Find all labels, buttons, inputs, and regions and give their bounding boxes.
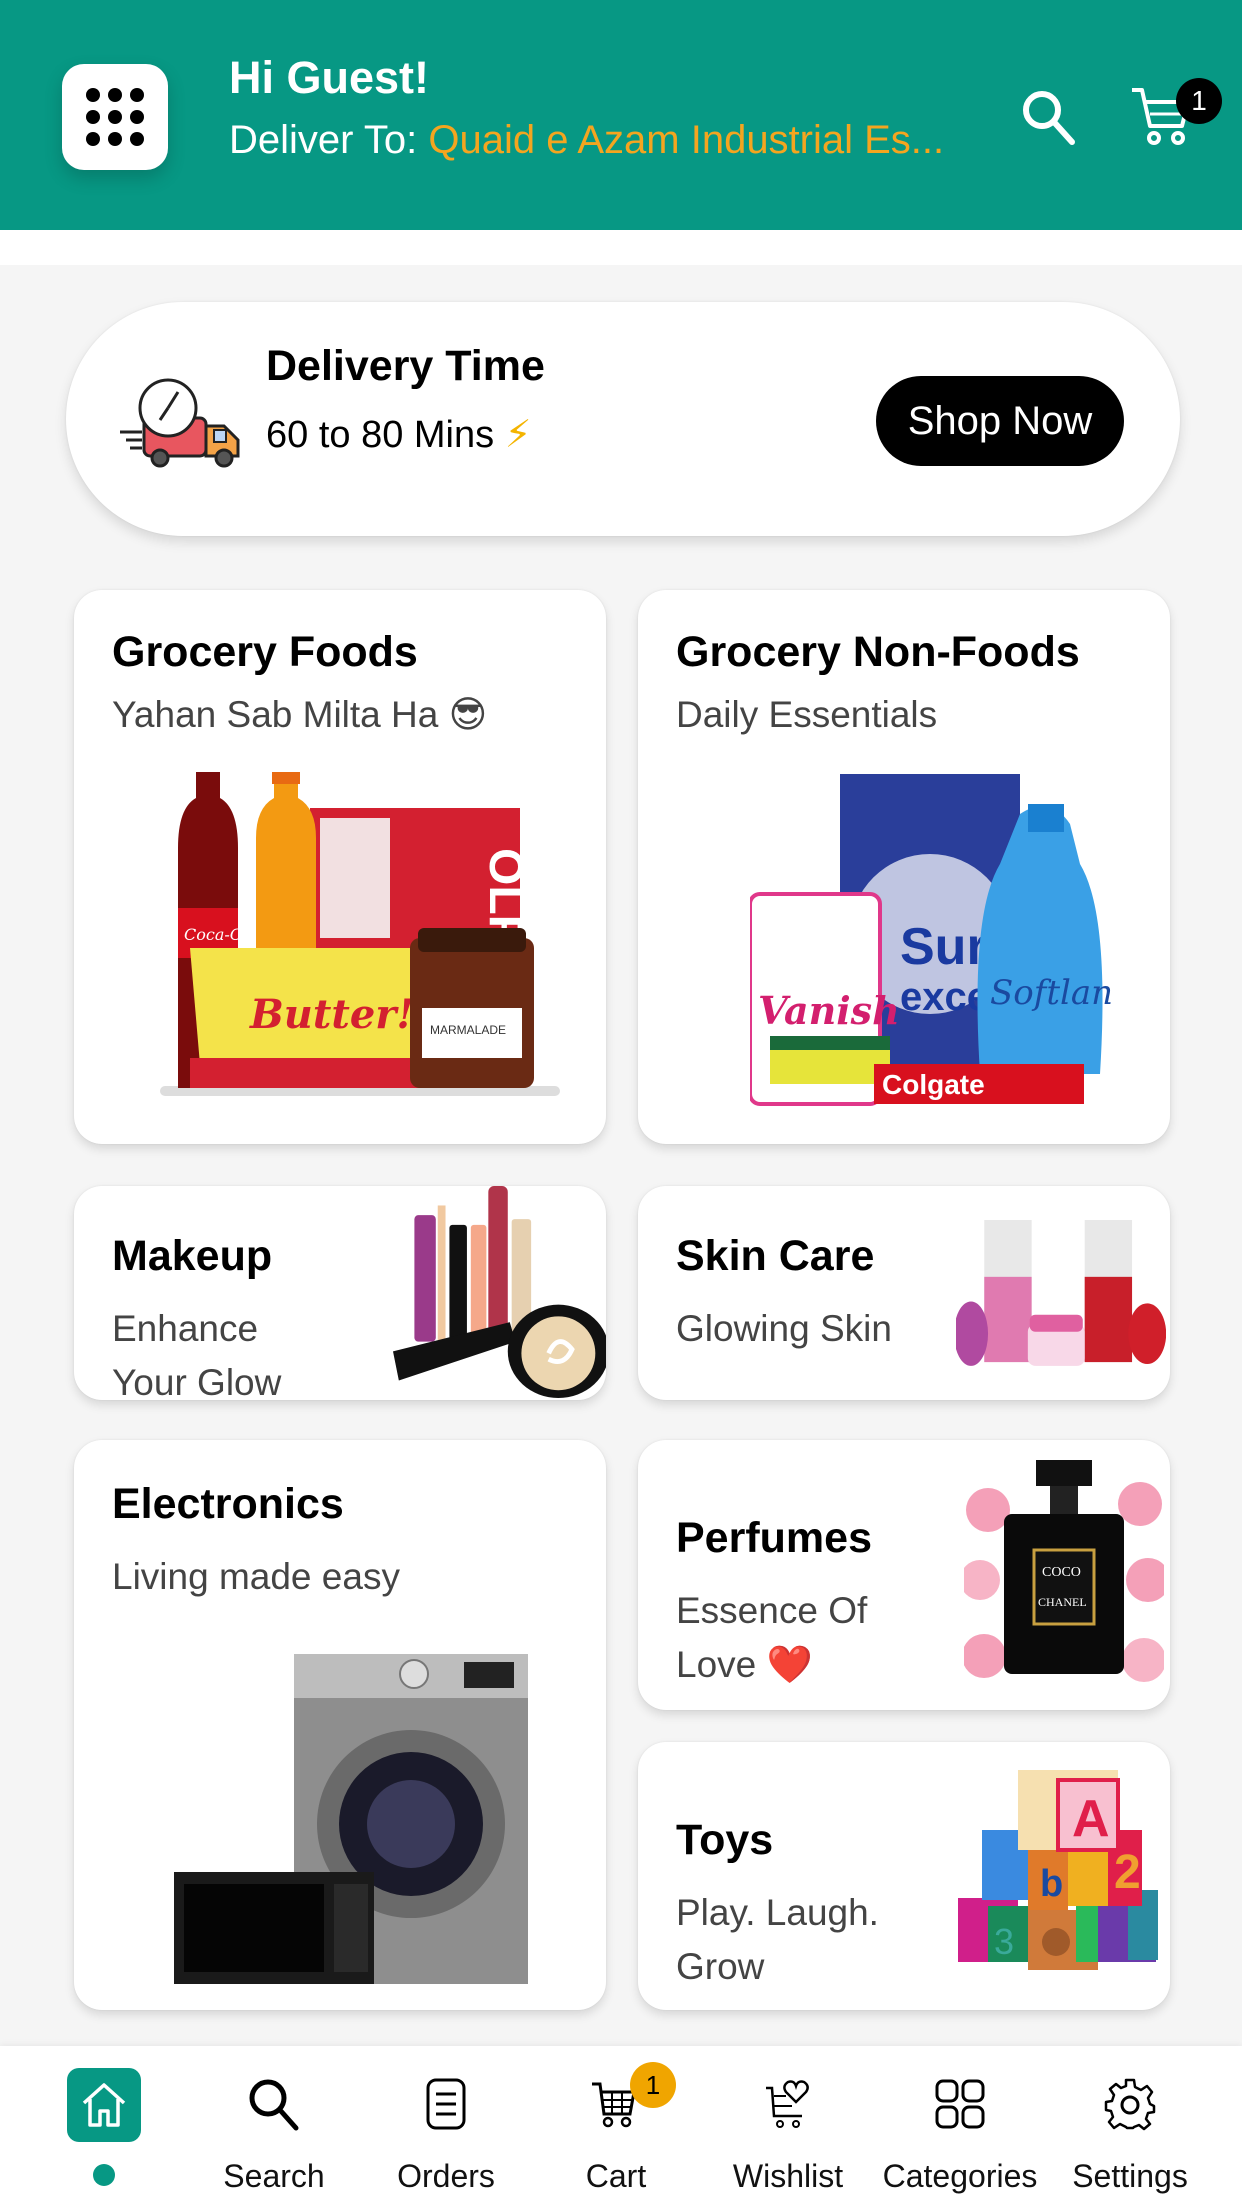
- category-card-grocery-foods[interactable]: Grocery Foods Yahan Sab Milta Ha 😎 OLPE …: [74, 590, 606, 1144]
- svg-text:b: b: [1040, 1863, 1063, 1905]
- category-subtitle: Living made easy: [112, 1556, 400, 1597]
- subtitle-line: Play. Laugh.: [676, 1892, 879, 1933]
- bottom-navigation: Search Orders Cart 1 Wishlist Categories…: [0, 2046, 1242, 2208]
- category-card-grocery-non-foods[interactable]: Grocery Non-Foods Daily Essentials Surf …: [638, 590, 1170, 1144]
- nav-label: Cart: [585, 2158, 647, 2194]
- svg-text:A: A: [1072, 1790, 1110, 1848]
- toy-blocks-image: A 2 b 3: [958, 1770, 1158, 1970]
- svg-text:Colgate: Colgate: [882, 1069, 985, 1100]
- header-spacer: [0, 230, 1242, 265]
- delivery-time-card: Delivery Time 60 to 80 Mins ⚡ Shop Now: [66, 302, 1180, 536]
- subtitle-line: Love ❤️: [676, 1644, 813, 1685]
- grid-dot: [86, 88, 100, 102]
- cart-count-badge: 1: [1176, 78, 1222, 124]
- category-title: Electronics: [112, 1480, 344, 1528]
- grid-dot: [130, 110, 144, 124]
- active-indicator-dot: [93, 2164, 115, 2186]
- wishlist-icon[interactable]: [752, 2068, 824, 2140]
- category-title: Perfumes: [676, 1514, 872, 1562]
- svg-text:Butter!: Butter!: [249, 991, 414, 1038]
- category-title: Grocery Non-Foods: [676, 628, 1080, 676]
- delivery-time-value: 60 to 80 Mins: [266, 414, 495, 456]
- delivery-time-text: 60 to 80 Mins ⚡: [266, 412, 531, 457]
- greeting-text: Hi Guest!: [229, 52, 430, 103]
- orders-icon[interactable]: [410, 2068, 482, 2140]
- category-subtitle: Enhance Your Glow: [112, 1302, 281, 1400]
- category-card-makeup[interactable]: Makeup Enhance Your Glow: [74, 1186, 606, 1400]
- svg-text:2: 2: [1114, 1846, 1141, 1899]
- category-subtitle: Yahan Sab Milta Ha 😎: [112, 694, 488, 735]
- categories-icon[interactable]: [924, 2068, 996, 2140]
- skin-care-image: [956, 1220, 1166, 1366]
- svg-text:Vanish: Vanish: [758, 988, 900, 1033]
- category-card-electronics[interactable]: Electronics Living made easy: [74, 1440, 606, 2010]
- grocery-foods-image: OLPE Coca-Cola Butter! MARMALADE: [160, 772, 560, 1096]
- household-products-image: Surf excel Vanish Softlan Colgate: [750, 774, 1113, 1106]
- grid-dot: [130, 132, 144, 146]
- svg-text:Softlan: Softlan: [990, 973, 1113, 1013]
- grid-dot: [86, 110, 100, 124]
- category-subtitle: Play. Laugh. Grow: [676, 1886, 879, 1994]
- electronics-image: [174, 1654, 528, 1984]
- category-title: Makeup: [112, 1232, 273, 1280]
- search-icon[interactable]: [1018, 86, 1078, 146]
- address-text[interactable]: Quaid e Azam Industrial Es...: [428, 118, 944, 162]
- nav-home[interactable]: [24, 2046, 184, 2208]
- shop-now-button[interactable]: Shop Now: [876, 376, 1124, 466]
- category-title: Toys: [676, 1816, 774, 1864]
- nav-label: Orders: [397, 2158, 495, 2194]
- makeup-image: [393, 1186, 606, 1399]
- menu-button[interactable]: [62, 64, 168, 170]
- delivery-truck-icon: [120, 378, 240, 468]
- grid-dot: [108, 132, 122, 146]
- subtitle-line: Your Glow: [112, 1362, 282, 1400]
- nav-categories[interactable]: Categories: [880, 2046, 1040, 2208]
- grid-dot: [108, 88, 122, 102]
- nav-wishlist[interactable]: Wishlist: [708, 2046, 868, 2208]
- subtitle-line: Essence Of: [676, 1590, 868, 1631]
- category-card-skin-care[interactable]: Skin Care Glowing Skin: [638, 1186, 1170, 1400]
- home-icon[interactable]: [67, 2068, 141, 2142]
- cart-count-badge: 1: [630, 2062, 676, 2108]
- nav-label: Search: [223, 2158, 325, 2194]
- svg-text:COCO: COCO: [1042, 1565, 1081, 1580]
- svg-text:Coca-Cola: Coca-Cola: [184, 925, 266, 944]
- app-header: Hi Guest! Deliver To: Quaid e Azam Indus…: [0, 0, 1242, 230]
- nav-label: Wishlist: [732, 2158, 844, 2194]
- grid-dot: [130, 88, 144, 102]
- svg-text:CHANEL: CHANEL: [1038, 1595, 1087, 1609]
- nav-cart[interactable]: Cart: [536, 2046, 696, 2208]
- settings-icon[interactable]: [1094, 2068, 1166, 2140]
- search-icon[interactable]: [238, 2068, 310, 2140]
- grid-dot: [108, 110, 122, 124]
- nav-label: Categories: [882, 2158, 1038, 2194]
- subtitle-line: Grow: [676, 1946, 765, 1987]
- nav-label: Settings: [1072, 2158, 1188, 2194]
- nav-orders[interactable]: Orders: [366, 2046, 526, 2208]
- category-title: Grocery Foods: [112, 628, 418, 676]
- category-subtitle: Essence Of Love ❤️: [676, 1584, 867, 1692]
- grid-dot: [86, 132, 100, 146]
- svg-text:MARMALADE: MARMALADE: [430, 1023, 506, 1037]
- category-title: Skin Care: [676, 1232, 875, 1280]
- deliver-to-label: Deliver To:: [229, 118, 429, 162]
- lightning-icon: ⚡: [504, 414, 532, 456]
- delivery-address[interactable]: Deliver To: Quaid e Azam Industrial Es..…: [229, 118, 944, 163]
- perfume-image: COCO CHANEL: [964, 1460, 1164, 1682]
- delivery-title: Delivery Time: [266, 342, 545, 390]
- subtitle-line: Enhance: [112, 1308, 259, 1349]
- nav-settings[interactable]: Settings: [1050, 2046, 1210, 2208]
- nav-search[interactable]: Search: [194, 2046, 354, 2208]
- category-card-perfumes[interactable]: Perfumes Essence Of Love ❤️ COCO CHANEL: [638, 1440, 1170, 1710]
- category-subtitle: Glowing Skin: [676, 1308, 892, 1349]
- category-card-toys[interactable]: Toys Play. Laugh. Grow A 2 b 3: [638, 1742, 1170, 2010]
- svg-text:3: 3: [994, 1921, 1014, 1962]
- category-subtitle: Daily Essentials: [676, 694, 938, 735]
